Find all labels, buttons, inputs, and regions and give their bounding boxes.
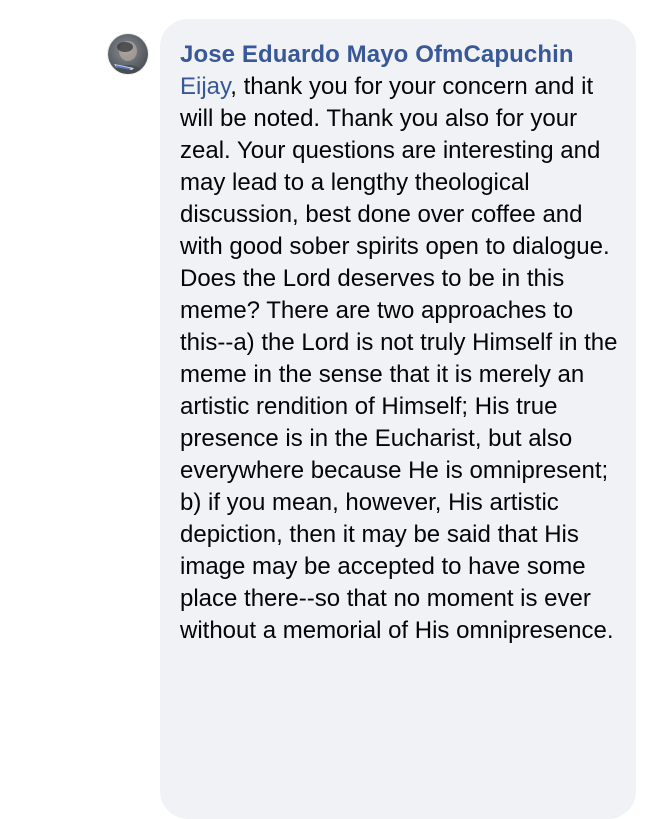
- comment-bubble: Jose Eduardo Mayo OfmCapuchin Eijay, tha…: [160, 19, 636, 819]
- author-name-link[interactable]: Jose Eduardo Mayo OfmCapuchin: [180, 41, 574, 68]
- profile-photo-icon: [112, 41, 144, 74]
- comment-body: , thank you for your concern and it will…: [180, 73, 618, 644]
- mention-link[interactable]: Eijay: [180, 73, 230, 100]
- author-line: Jose Eduardo Mayo OfmCapuchin: [180, 39, 616, 71]
- author-avatar[interactable]: [108, 34, 148, 74]
- comment-text: Eijay, thank you for your concern and it…: [180, 71, 620, 647]
- comment: Jose Eduardo Mayo OfmCapuchin Eijay, tha…: [0, 0, 662, 819]
